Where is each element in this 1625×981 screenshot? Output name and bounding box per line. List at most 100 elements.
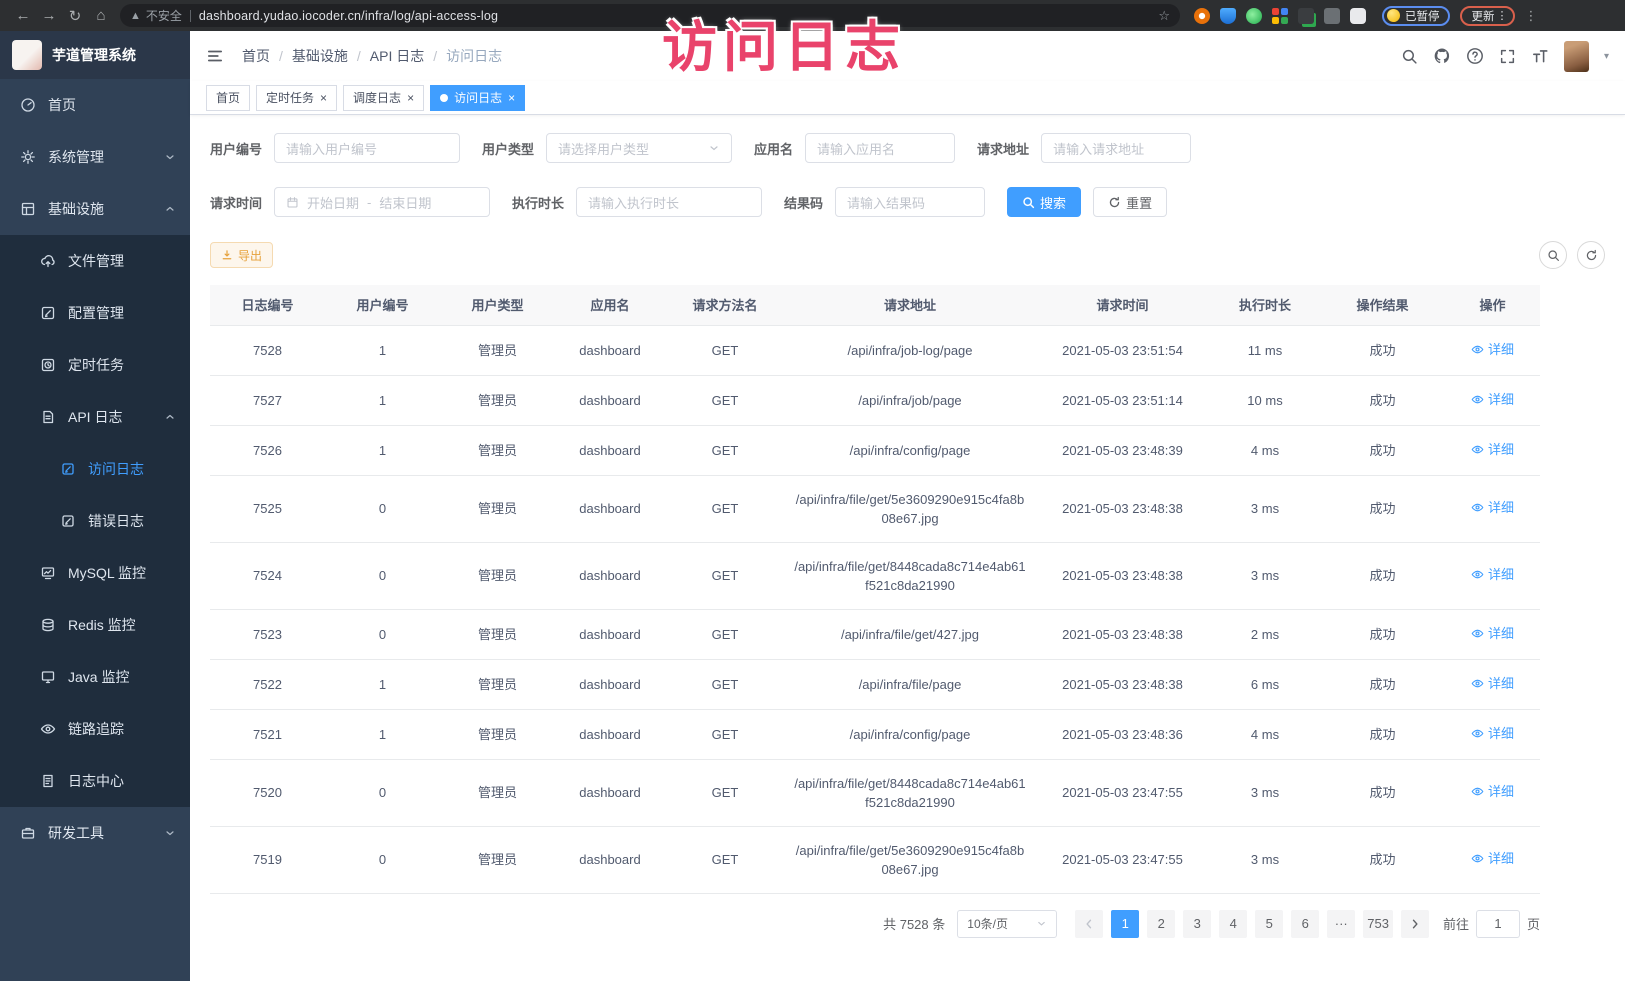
page-size-select[interactable]: 10条/页 <box>957 910 1057 938</box>
tab-access-log[interactable]: 访问日志× <box>430 85 525 111</box>
reload-icon[interactable]: ↻ <box>62 7 88 25</box>
search-icon[interactable] <box>1401 48 1418 65</box>
tab-home[interactable]: 首页 <box>206 85 250 111</box>
cell-url: /api/infra/job/page <box>785 375 1035 425</box>
back-icon[interactable]: ← <box>10 7 36 24</box>
page-button-3[interactable]: 3 <box>1183 910 1211 938</box>
sidebar-item-scheduled-job[interactable]: 定时任务 <box>0 339 190 391</box>
goto-page-input[interactable]: 1 <box>1476 910 1520 938</box>
detail-link[interactable]: 详细 <box>1471 440 1514 459</box>
forward-icon[interactable]: → <box>36 7 62 24</box>
browser-update-button[interactable]: 更新 ⋮ <box>1460 6 1515 26</box>
close-icon[interactable]: × <box>508 92 515 104</box>
cell-method: GET <box>665 826 785 893</box>
chevron-left-icon <box>1083 918 1095 930</box>
page-button-2[interactable]: 2 <box>1147 910 1175 938</box>
breadcrumb-item[interactable]: 基础设施 <box>292 46 348 66</box>
address-bar[interactable]: ▲ 不安全 dashboard.yudao.iocoder.cn/infra/l… <box>120 4 1180 27</box>
detail-link[interactable]: 详细 <box>1471 498 1514 517</box>
bookmark-star-icon[interactable]: ☆ <box>1158 8 1170 24</box>
prev-page-button[interactable] <box>1075 910 1103 938</box>
app-name-input[interactable]: 请输入应用名 <box>805 133 955 163</box>
sidebar-item-home[interactable]: 首页 <box>0 79 190 131</box>
cell-app: dashboard <box>555 475 665 542</box>
page-button-753[interactable]: 753 <box>1363 910 1393 938</box>
sidebar-item-error-log[interactable]: 错误日志 <box>0 495 190 547</box>
user-avatar[interactable] <box>1564 41 1589 72</box>
sidebar-item-dev-tools[interactable]: 研发工具 <box>0 807 190 859</box>
app-logo-block[interactable]: 芋道管理系统 <box>0 31 190 79</box>
detail-link[interactable]: 详细 <box>1471 674 1514 693</box>
page-button-6[interactable]: 6 <box>1291 910 1319 938</box>
breadcrumb-item[interactable]: API 日志 <box>370 46 424 66</box>
sidebar-item-trace[interactable]: 链路追踪 <box>0 703 190 755</box>
pages-more-button[interactable]: ··· <box>1327 910 1355 938</box>
sidebar-item-mysql-monitor[interactable]: MySQL 监控 <box>0 547 190 599</box>
request-time-range-picker[interactable]: 开始日期 - 结束日期 <box>274 187 490 217</box>
extension-icon[interactable] <box>1246 8 1262 24</box>
extension-icon[interactable] <box>1194 8 1210 24</box>
reset-button[interactable]: 重置 <box>1093 187 1167 217</box>
browser-menu-icon[interactable]: ⋮ <box>1525 8 1538 24</box>
detail-label: 详细 <box>1488 724 1514 743</box>
hamburger-icon[interactable] <box>206 47 224 65</box>
extension-icon[interactable] <box>1350 8 1366 24</box>
font-size-icon[interactable] <box>1531 47 1549 65</box>
toggle-search-button[interactable] <box>1539 241 1567 269</box>
help-icon[interactable] <box>1466 47 1484 65</box>
search-button[interactable]: 搜索 <box>1007 187 1081 217</box>
browser-home-icon[interactable]: ⌂ <box>88 7 114 24</box>
sidebar-item-infrastructure[interactable]: 基础设施 <box>0 183 190 235</box>
sidebar-item-config-mgmt[interactable]: 配置管理 <box>0 287 190 339</box>
next-page-button[interactable] <box>1401 910 1429 938</box>
result-code-input[interactable]: 请输入结果码 <box>835 187 985 217</box>
detail-link[interactable]: 详细 <box>1471 724 1514 743</box>
profile-paused-badge[interactable]: 已暂停 <box>1382 6 1450 26</box>
detail-link[interactable]: 详细 <box>1471 340 1514 359</box>
paused-label: 已暂停 <box>1405 8 1440 24</box>
sidebar-item-redis-monitor[interactable]: Redis 监控 <box>0 599 190 651</box>
extension-icon[interactable] <box>1220 8 1236 24</box>
github-icon[interactable] <box>1433 47 1451 65</box>
sidebar-item-system-mgmt[interactable]: 系统管理 <box>0 131 190 183</box>
cell-duration: 4 ms <box>1210 709 1320 759</box>
extension-icon[interactable] <box>1298 8 1314 24</box>
extension-icon[interactable] <box>1272 8 1288 24</box>
fullscreen-icon[interactable] <box>1499 48 1516 65</box>
sidebar-item-java-monitor[interactable]: Java 监控 <box>0 651 190 703</box>
close-icon[interactable]: × <box>320 92 327 104</box>
detail-label: 详细 <box>1488 674 1514 693</box>
detail-link[interactable]: 详细 <box>1471 849 1514 868</box>
user-id-input[interactable]: 请输入用户编号 <box>274 133 460 163</box>
extension-icon[interactable] <box>1324 8 1340 24</box>
page-button-4[interactable]: 4 <box>1219 910 1247 938</box>
sidebar-item-access-log[interactable]: 访问日志 <box>0 443 190 495</box>
sidebar-item-file-mgmt[interactable]: 文件管理 <box>0 235 190 287</box>
detail-link[interactable]: 详细 <box>1471 565 1514 584</box>
detail-link[interactable]: 详细 <box>1471 624 1514 643</box>
tab-scheduled-job[interactable]: 定时任务× <box>256 85 337 111</box>
field-label: 执行时长 <box>512 193 564 212</box>
sidebar-item-log-center[interactable]: 日志中心 <box>0 755 190 807</box>
duration-input[interactable]: 请输入执行时长 <box>576 187 762 217</box>
page-button-1[interactable]: 1 <box>1111 910 1139 938</box>
cell-app: dashboard <box>555 709 665 759</box>
breadcrumb-item[interactable]: 首页 <box>242 46 270 66</box>
cell-user_type: 管理员 <box>440 759 555 826</box>
chevron-down-icon[interactable]: ▾ <box>1604 51 1609 62</box>
detail-link[interactable]: 详细 <box>1471 782 1514 801</box>
close-icon[interactable]: × <box>407 92 414 104</box>
page-button-5[interactable]: 5 <box>1255 910 1283 938</box>
tab-label: 首页 <box>216 89 240 106</box>
export-button[interactable]: 导出 <box>210 242 273 268</box>
user-type-select[interactable]: 请选择用户类型 <box>546 133 732 163</box>
request-url-input[interactable]: 请输入请求地址 <box>1041 133 1191 163</box>
chevron-down-icon <box>1036 918 1047 929</box>
detail-label: 详细 <box>1488 390 1514 409</box>
cell-result: 成功 <box>1320 542 1445 609</box>
sidebar-item-api-log[interactable]: API 日志 <box>0 391 190 443</box>
detail-link[interactable]: 详细 <box>1471 390 1514 409</box>
refresh-table-button[interactable] <box>1577 241 1605 269</box>
eye-icon <box>40 721 56 737</box>
tab-job-log[interactable]: 调度日志× <box>343 85 424 111</box>
